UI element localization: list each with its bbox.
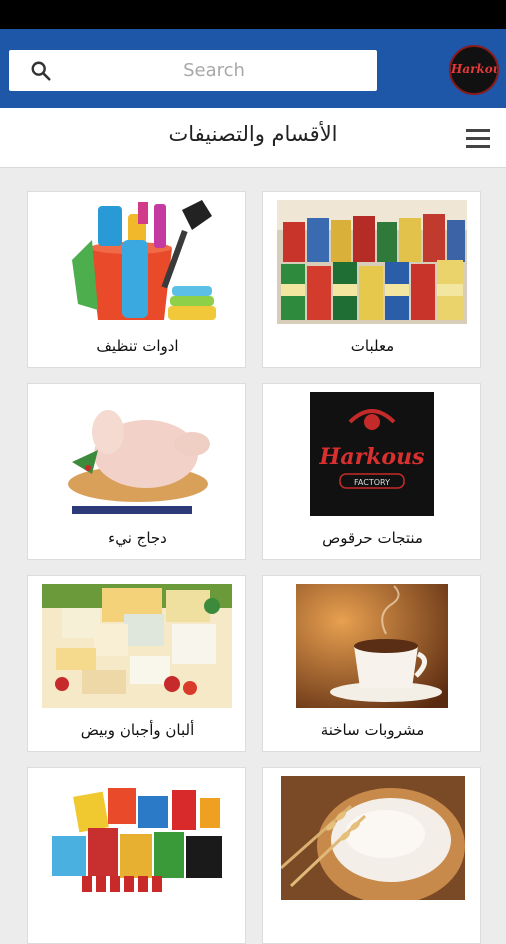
brand-logo-text: Harkous: [451, 62, 497, 76]
hamburger-menu-icon[interactable]: [466, 129, 491, 149]
status-bar: [0, 0, 506, 29]
canned-goods-image: [277, 200, 467, 324]
category-label: دجاج نيء: [108, 529, 167, 547]
harkous-image-text: Harkous: [319, 444, 425, 470]
search-bar[interactable]: [9, 50, 377, 91]
search-icon[interactable]: [30, 60, 52, 82]
snacks-image: [42, 776, 232, 900]
brand-logo: Harkous: [449, 45, 499, 95]
category-card-cleaning-supplies[interactable]: ادوات تنظيف: [27, 191, 246, 368]
page-title: الأقسام والتصنيفات: [168, 122, 338, 146]
harkous-image-subtext: FACTORY: [354, 478, 390, 487]
category-card-canned-goods[interactable]: معلبات: [262, 191, 481, 368]
hot-drinks-image: [296, 584, 448, 708]
category-card-snacks[interactable]: [27, 767, 246, 944]
category-card-harkous-products[interactable]: Harkous FACTORY منتجات حرقوص: [262, 383, 481, 560]
category-card-raw-chicken[interactable]: دجاج نيء: [27, 383, 246, 560]
app-bar: Harkous: [0, 29, 506, 108]
category-label: منتجات حرقوص: [322, 529, 423, 547]
category-label: ألبان وأجبان وبيض: [80, 721, 195, 739]
search-input[interactable]: [69, 50, 359, 91]
category-label: ادوات تنظيف: [96, 337, 179, 355]
harkous-products-image: Harkous FACTORY: [310, 392, 434, 516]
cleaning-supplies-image: [42, 200, 232, 324]
raw-chicken-image: [42, 392, 232, 516]
flour-image: [281, 776, 465, 900]
title-bar: الأقسام والتصنيفات: [0, 108, 506, 168]
category-label: معلبات: [350, 337, 395, 355]
category-card-hot-drinks[interactable]: مشروبات ساخنة: [262, 575, 481, 752]
category-card-dairy-cheese-eggs[interactable]: ألبان وأجبان وبيض: [27, 575, 246, 752]
dairy-cheese-eggs-image: [42, 584, 232, 708]
category-card-flour[interactable]: [262, 767, 481, 944]
category-label: مشروبات ساخنة: [320, 721, 425, 739]
category-grid: معلبات ادوات تنظيف Harkous FACTORY منتجا…: [0, 168, 506, 944]
